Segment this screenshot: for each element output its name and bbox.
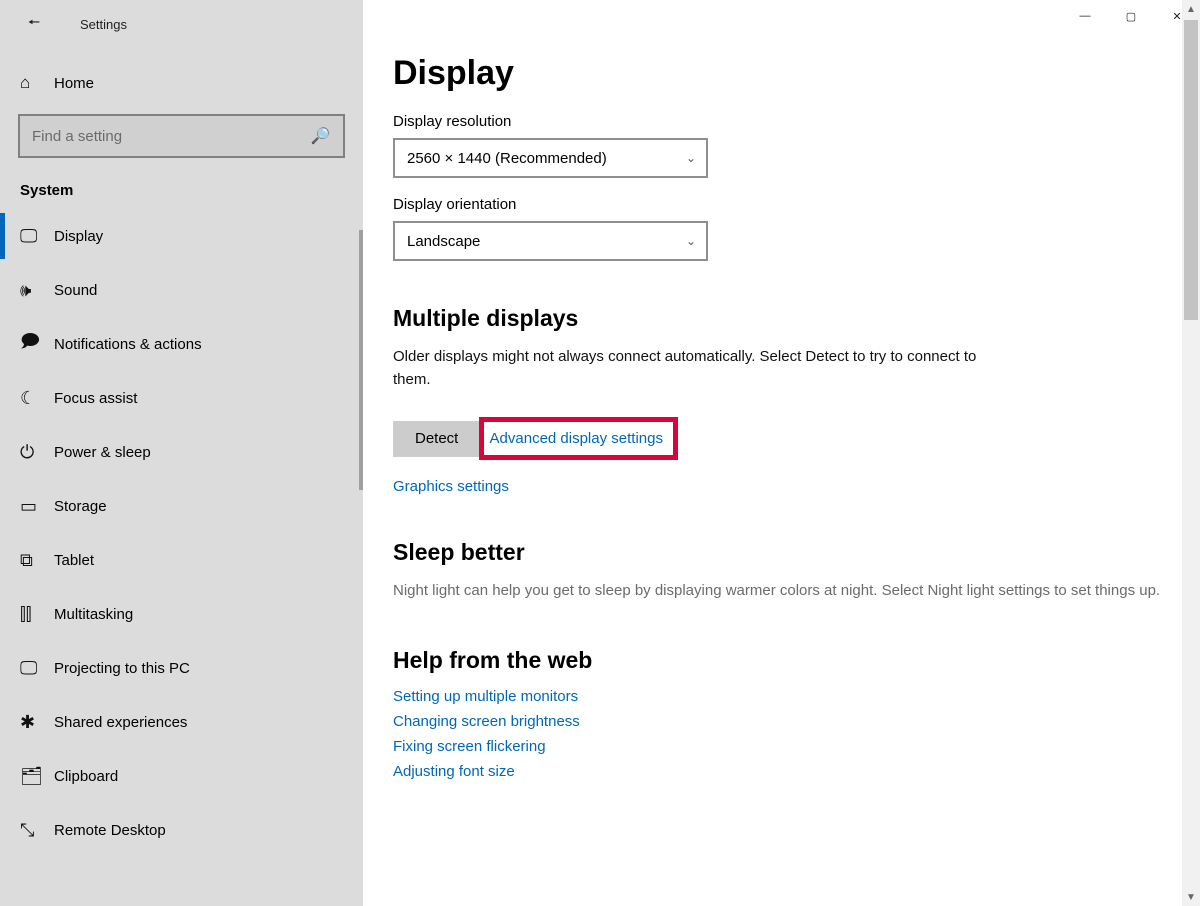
multiple-displays-heading: Multiple displays — [393, 305, 1170, 332]
sidebar-item-label: Notifications & actions — [54, 336, 202, 353]
sidebar-item-label: Multitasking — [54, 606, 133, 623]
sidebar-item-label: Display — [54, 228, 103, 245]
sidebar-item-label: Projecting to this PC — [54, 660, 190, 677]
remote-icon: ⤡ — [20, 820, 54, 841]
multitask-icon: ⫿⫿ — [20, 604, 54, 625]
sidebar-section-label: System — [0, 168, 363, 209]
sidebar-item-label: Remote Desktop — [54, 822, 166, 839]
scroll-down-arrow-icon[interactable]: ▼ — [1182, 888, 1200, 906]
search-box[interactable]: 🔍 — [18, 114, 345, 158]
power-icon: ⏻ — [20, 442, 54, 463]
page-title: Display — [393, 54, 1170, 93]
storage-icon: ▭ — [20, 496, 54, 517]
search-input[interactable] — [30, 127, 307, 146]
sidebar-item-shared[interactable]: ✱Shared experiences — [0, 695, 363, 749]
sidebar-item-tablet[interactable]: ⧉Tablet — [0, 533, 363, 587]
sidebar-item-notif[interactable]: 🗩Notifications & actions — [0, 317, 363, 371]
tablet-icon: ⧉ — [20, 550, 54, 571]
orientation-value: Landscape — [407, 233, 480, 250]
help-from-web-heading: Help from the web — [393, 647, 1170, 674]
home-icon: ⌂ — [20, 73, 54, 93]
clipboard-icon: 🗂 — [20, 766, 54, 787]
help-link[interactable]: Fixing screen flickering — [393, 738, 1170, 755]
detect-button[interactable]: Detect — [393, 421, 480, 457]
help-link[interactable]: Adjusting font size — [393, 763, 1170, 780]
multiple-displays-desc: Older displays might not always connect … — [393, 346, 1013, 391]
sidebar-item-label: Tablet — [54, 552, 94, 569]
content-scrollbar[interactable]: ▲ ▼ — [1182, 0, 1200, 906]
sidebar-item-multitask[interactable]: ⫿⫿Multitasking — [0, 587, 363, 641]
nav-list: 🖵Display🕪Sound🗩Notifications & actions☾F… — [0, 209, 363, 857]
home-nav[interactable]: ⌂ Home — [0, 58, 363, 108]
content: — ▢ ✕ Display Display resolution 2560 × … — [363, 0, 1200, 906]
sidebar-item-label: Shared experiences — [54, 714, 187, 731]
sidebar-item-label: Focus assist — [54, 390, 137, 407]
chevron-down-icon: ⌄ — [686, 151, 696, 165]
sidebar-item-clipboard[interactable]: 🗂Clipboard — [0, 749, 363, 803]
resolution-value: 2560 × 1440 (Recommended) — [407, 150, 607, 167]
help-link[interactable]: Changing screen brightness — [393, 713, 1170, 730]
back-button[interactable]: 🠔 — [18, 8, 50, 40]
highlight-box: Advanced display settings — [479, 417, 678, 460]
display-icon: 🖵 — [20, 226, 54, 247]
resolution-dropdown[interactable]: 2560 × 1440 (Recommended) ⌄ — [393, 138, 708, 178]
web-links: Setting up multiple monitors Changing scr… — [393, 688, 1170, 780]
sidebar: 🠔 Settings ⌂ Home 🔍 System 🖵Display🕪Soun… — [0, 0, 363, 906]
focus-icon: ☾ — [20, 388, 54, 409]
content-scroll-thumb[interactable] — [1184, 20, 1198, 320]
search-icon: 🔍 — [307, 126, 335, 146]
window-title: Settings — [80, 17, 127, 32]
sidebar-item-label: Sound — [54, 282, 97, 299]
shared-icon: ✱ — [20, 712, 54, 733]
resolution-label: Display resolution — [393, 113, 1170, 130]
sidebar-item-power[interactable]: ⏻Power & sleep — [0, 425, 363, 479]
sidebar-item-display[interactable]: 🖵Display — [0, 209, 363, 263]
window-controls: — ▢ ✕ — [1062, 0, 1200, 32]
sound-icon: 🕪 — [20, 280, 54, 301]
orientation-dropdown[interactable]: Landscape ⌄ — [393, 221, 708, 261]
sidebar-item-label: Clipboard — [54, 768, 118, 785]
minimize-button[interactable]: — — [1062, 0, 1108, 32]
advanced-display-settings-link[interactable]: Advanced display settings — [490, 430, 663, 447]
scroll-up-arrow-icon[interactable]: ▲ — [1182, 0, 1200, 18]
orientation-label: Display orientation — [393, 196, 1170, 213]
help-link[interactable]: Setting up multiple monitors — [393, 688, 1170, 705]
projecting-icon: 🖵 — [20, 658, 54, 679]
sleep-better-desc: Night light can help you get to sleep by… — [393, 580, 1170, 603]
sidebar-item-focus[interactable]: ☾Focus assist — [0, 371, 363, 425]
chevron-down-icon: ⌄ — [686, 234, 696, 248]
sidebar-item-label: Storage — [54, 498, 107, 515]
notif-icon: 🗩 — [20, 329, 54, 359]
graphics-settings-link[interactable]: Graphics settings — [393, 478, 1170, 495]
sidebar-item-label: Power & sleep — [54, 444, 151, 461]
titlebar: 🠔 Settings — [0, 0, 363, 48]
home-label: Home — [54, 75, 94, 92]
sidebar-item-remote[interactable]: ⤡Remote Desktop — [0, 803, 363, 857]
sidebar-item-projecting[interactable]: 🖵Projecting to this PC — [0, 641, 363, 695]
sleep-better-heading: Sleep better — [393, 539, 1170, 566]
maximize-button[interactable]: ▢ — [1108, 0, 1154, 32]
sidebar-item-sound[interactable]: 🕪Sound — [0, 263, 363, 317]
sidebar-item-storage[interactable]: ▭Storage — [0, 479, 363, 533]
